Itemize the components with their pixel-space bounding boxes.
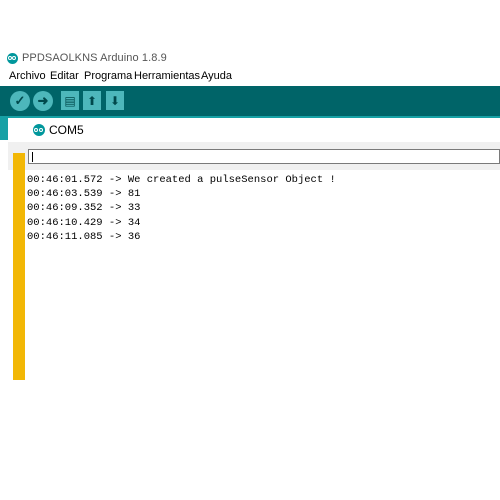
- window-titlebar: PPDSAOLKNS Arduino 1.8.9: [0, 50, 500, 69]
- serial-output[interactable]: 00:46:01.572 -> We created a pulseSensor…: [26, 172, 500, 380]
- window-title: PPDSAOLKNS Arduino 1.8.9: [22, 52, 167, 64]
- verify-button[interactable]: ✓: [10, 91, 30, 111]
- arduino-logo-icon: [33, 124, 45, 136]
- menu-programa[interactable]: Programa: [84, 70, 132, 82]
- serial-send-input[interactable]: [28, 149, 500, 164]
- arrow-up-icon: ⬆: [86, 93, 98, 108]
- log-line: 00:46:03.539 -> 81: [27, 188, 141, 200]
- menu-ayuda[interactable]: Ayuda: [201, 70, 232, 82]
- checkmark-icon: ✓: [14, 93, 26, 108]
- menu-editar[interactable]: Editar: [50, 70, 79, 82]
- menu-bar: Archivo Editar Programa Herramientas Ayu…: [0, 69, 500, 85]
- log-line: 00:46:11.085 -> 36: [27, 231, 141, 243]
- save-button[interactable]: ⬇: [106, 91, 124, 110]
- arrow-down-icon: ⬇: [109, 93, 121, 108]
- menu-herramientas[interactable]: Herramientas: [134, 70, 200, 82]
- new-file-icon: ▤: [64, 93, 76, 108]
- arrow-right-icon: ➜: [37, 93, 49, 108]
- editor-edge: [0, 118, 8, 140]
- text-caret: [32, 152, 33, 162]
- arduino-logo-icon: [7, 53, 18, 64]
- serial-monitor-titlebar: COM5: [8, 118, 500, 142]
- open-button[interactable]: ⬆: [83, 91, 101, 110]
- serial-monitor-window: COM5 00:46:01.572 -> We created a pulseS…: [8, 118, 500, 380]
- log-line: 00:46:10.429 -> 34: [27, 217, 141, 229]
- toolbar: ✓ ➜ ▤ ⬆ ⬇: [0, 86, 500, 116]
- new-button[interactable]: ▤: [61, 91, 79, 110]
- editor-side-bar: [13, 153, 25, 380]
- log-line: 00:46:09.352 -> 33: [27, 202, 141, 214]
- serial-port-title: COM5: [49, 123, 84, 137]
- upload-button[interactable]: ➜: [33, 91, 53, 111]
- log-line: 00:46:01.572 -> We created a pulseSensor…: [27, 174, 336, 186]
- menu-archivo[interactable]: Archivo: [9, 70, 46, 82]
